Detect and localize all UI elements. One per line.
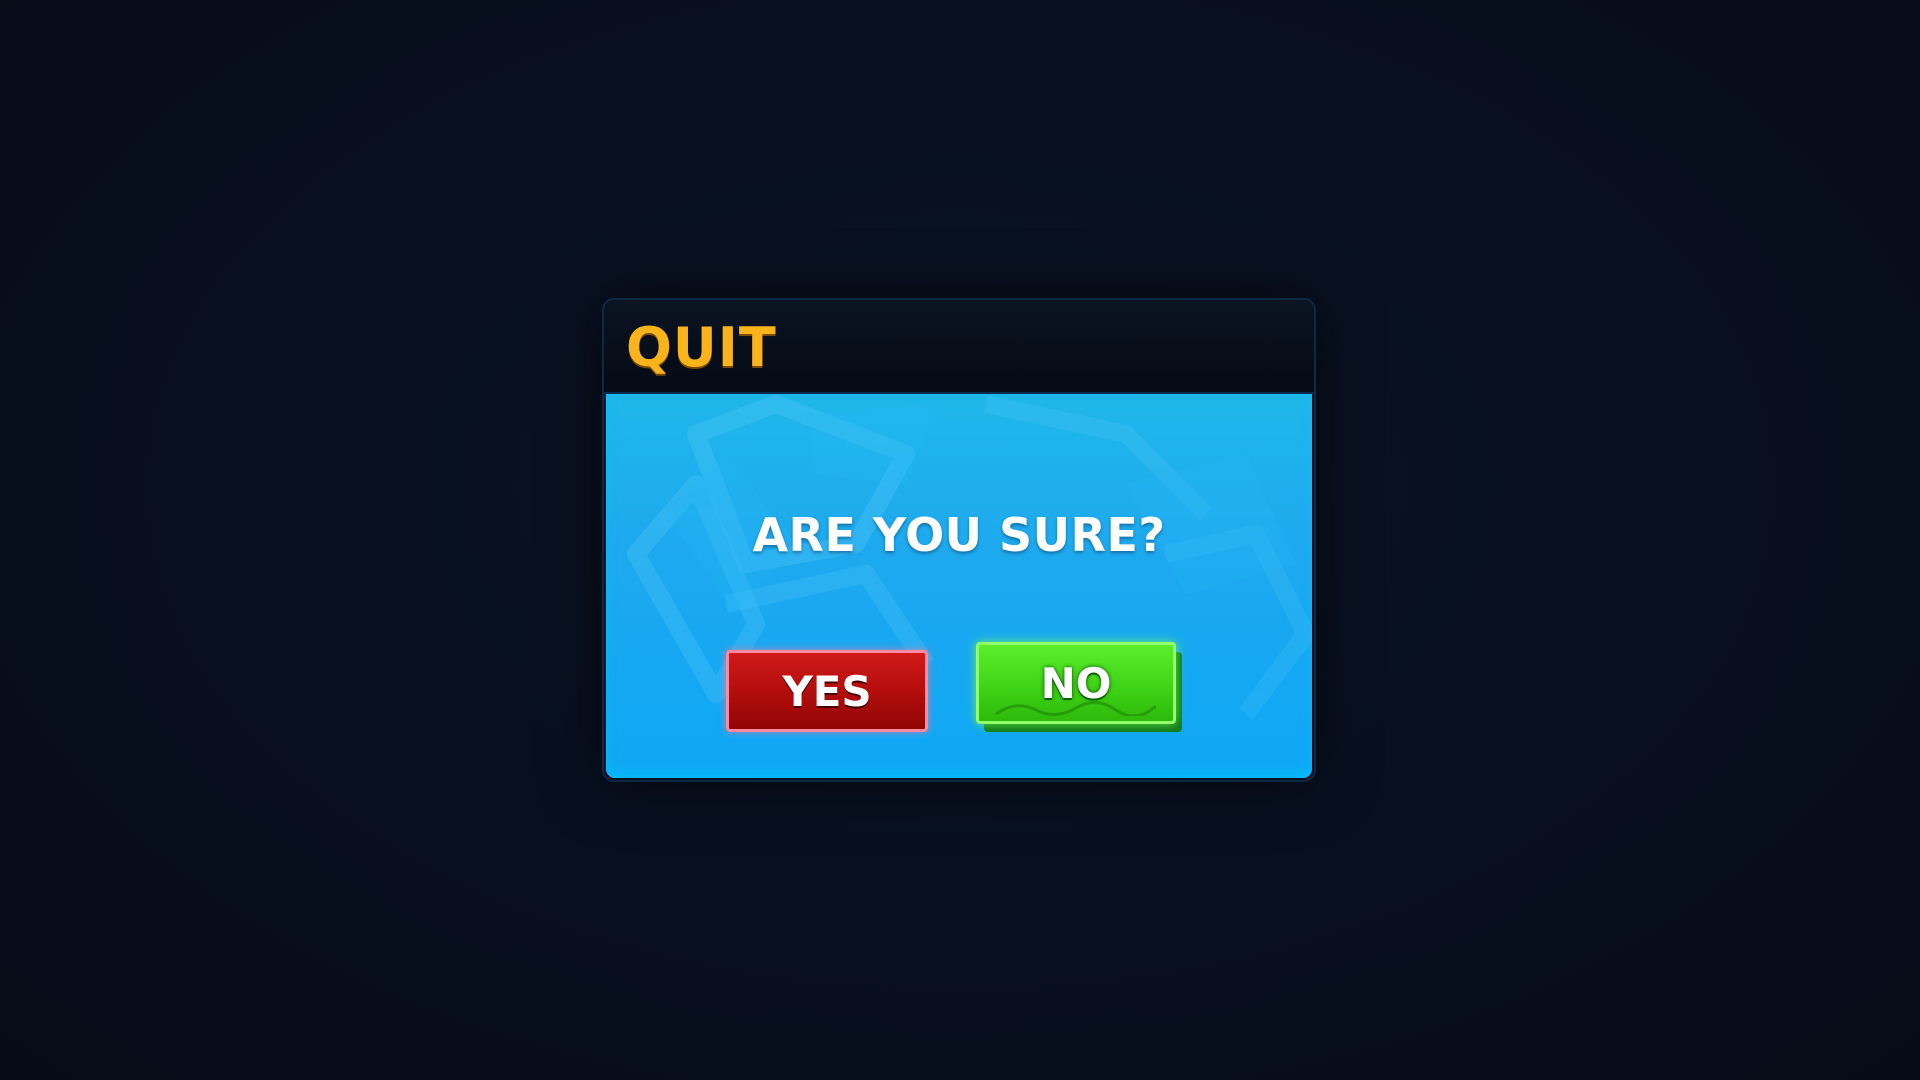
- confirm-question: ARE YOU SURE?: [752, 508, 1166, 562]
- grass-decoration: [996, 701, 1156, 716]
- dialog-body: ARE YOU SURE? YES NO: [606, 394, 1312, 778]
- yes-button-label: YES: [782, 666, 872, 716]
- dialog-header: QUIT: [604, 300, 1314, 394]
- quit-dialog: QUIT ARE YOU SURE? YES NO: [604, 300, 1314, 780]
- background-pattern: [627, 395, 1312, 720]
- yes-button[interactable]: YES: [726, 650, 928, 732]
- no-button[interactable]: NO: [976, 642, 1176, 724]
- dialog-title: QUIT: [626, 316, 777, 379]
